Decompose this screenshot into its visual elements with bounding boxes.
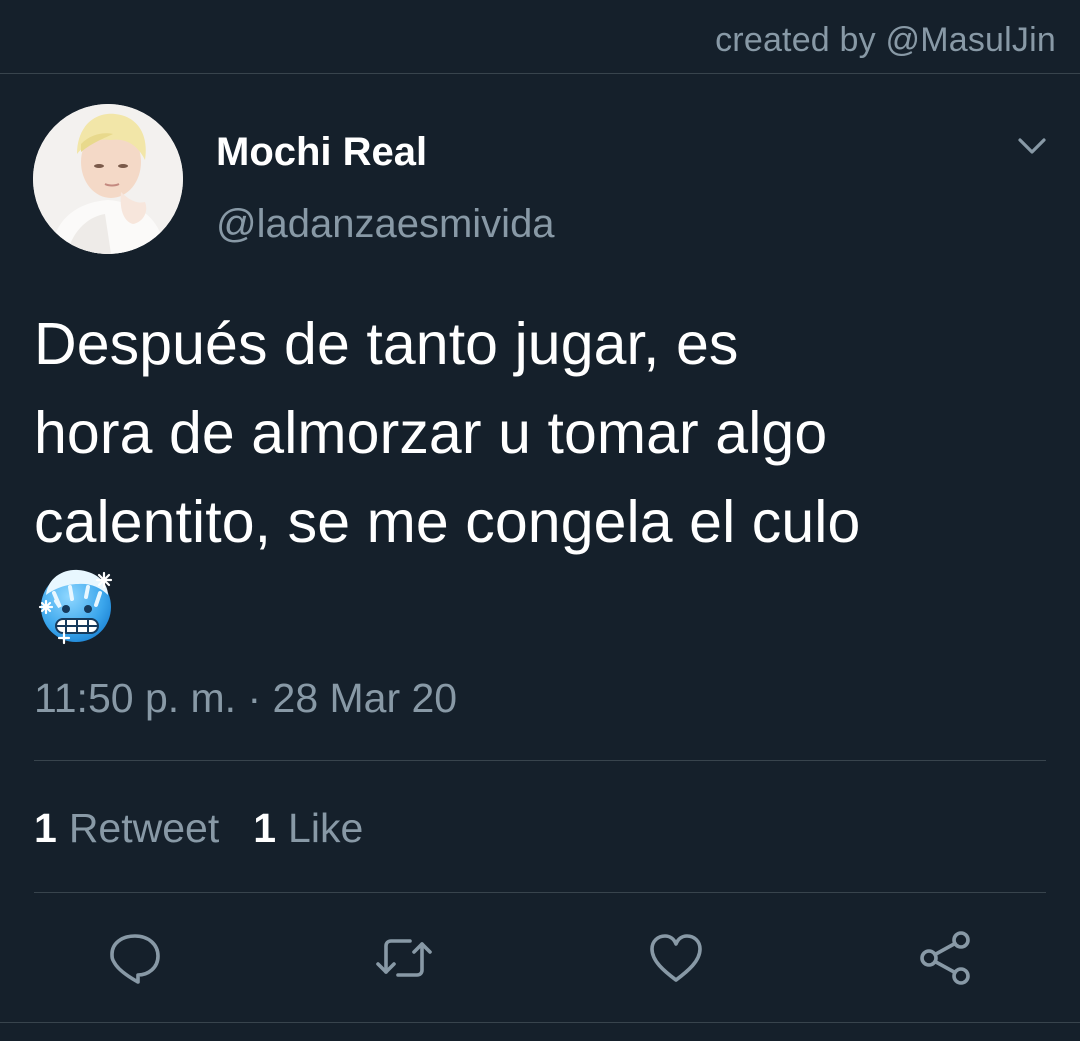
- tweet-text-line: hora de almorzar u tomar algo: [34, 400, 828, 466]
- divider: [34, 892, 1046, 893]
- likes-label: Like: [288, 805, 364, 851]
- retweet-button[interactable]: [374, 928, 434, 988]
- freezing-face-emoji: [36, 563, 118, 645]
- tweet-text-line: calentito, se me congela el culo: [34, 489, 861, 555]
- likes-stat[interactable]: 1 Like: [253, 802, 363, 854]
- credit-text: created by @MasulJin: [715, 21, 1056, 59]
- likes-count: 1: [253, 805, 277, 851]
- top-divider: [0, 73, 1080, 74]
- tweet-text-line: Después de tanto jugar, es: [34, 311, 739, 377]
- share-button[interactable]: [915, 928, 975, 988]
- like-icon: [650, 934, 702, 982]
- author-handle[interactable]: @ladanzaesmivida: [216, 198, 555, 250]
- tweet-text: Después de tanto jugar, es hora de almor…: [34, 300, 1044, 567]
- chevron-down-icon[interactable]: [1014, 130, 1050, 162]
- divider: [34, 760, 1046, 761]
- reply-icon: [110, 934, 160, 984]
- retweets-label: Retweet: [68, 805, 220, 851]
- retweet-icon: [376, 939, 432, 977]
- retweets-count: 1: [34, 805, 57, 851]
- avatar[interactable]: [33, 104, 183, 254]
- share-icon: [920, 931, 970, 985]
- tweet-timestamp[interactable]: 11:50 p. m. · 28 Mar 20: [34, 672, 457, 724]
- author-display-name[interactable]: Mochi Real: [216, 126, 427, 178]
- reply-button[interactable]: [105, 928, 165, 988]
- retweets-stat[interactable]: 1 Retweet: [34, 802, 219, 854]
- engagement-stats: 1 Retweet 1 Like: [34, 802, 363, 854]
- bottom-divider: [0, 1022, 1080, 1023]
- like-button[interactable]: [646, 928, 706, 988]
